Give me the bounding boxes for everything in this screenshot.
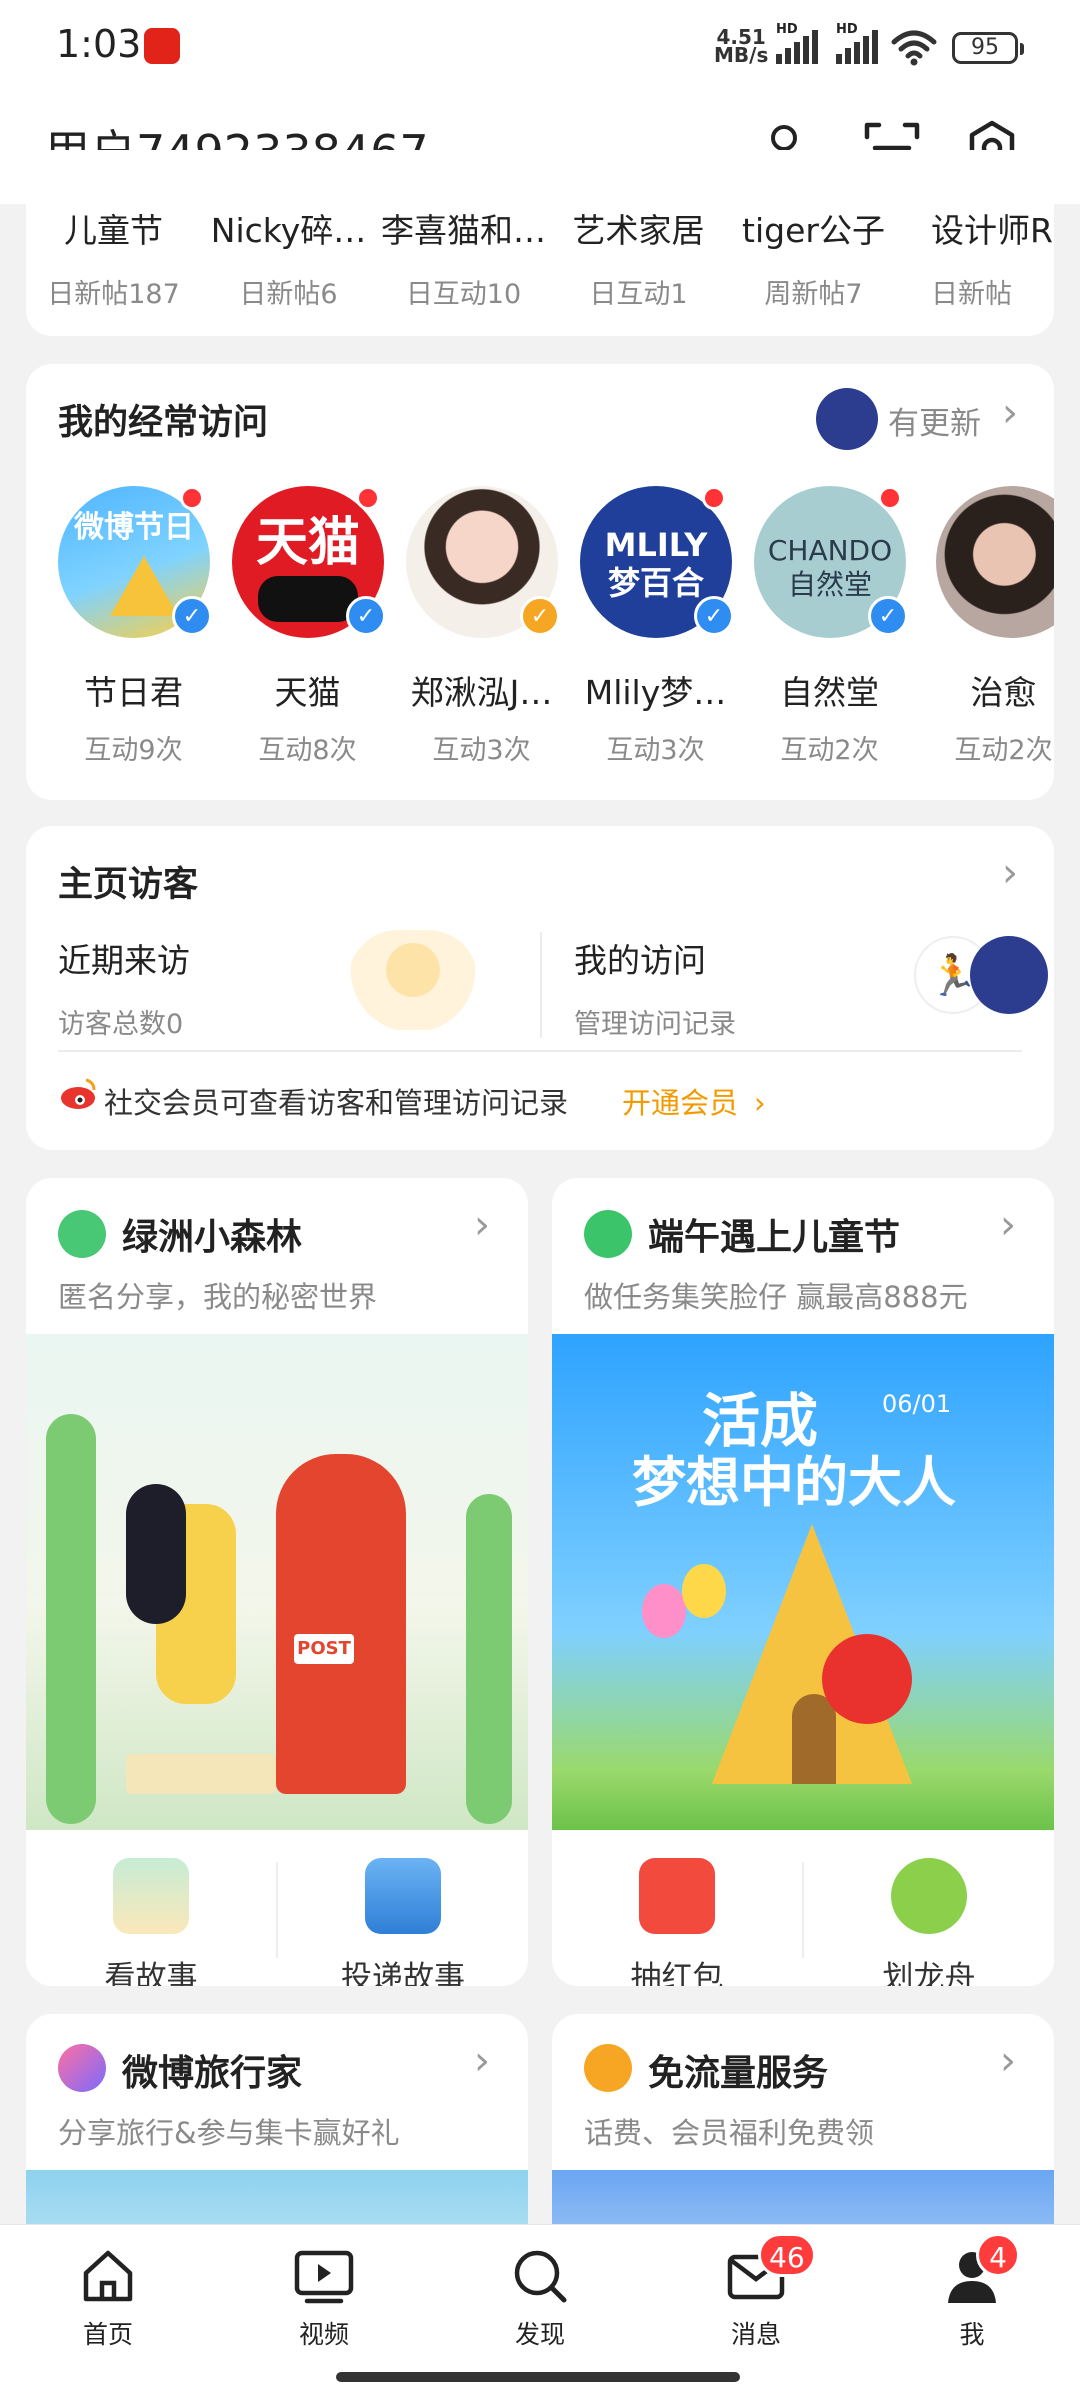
has-update-link[interactable]: 有更新 bbox=[888, 398, 981, 443]
open-membership-link[interactable]: 开通会员 › bbox=[622, 1080, 766, 1122]
weibo-notification-icon bbox=[144, 28, 180, 64]
recent-visitors-entry[interactable]: 近期来访 访客总数0 bbox=[58, 930, 538, 1054]
frequent-visits-title: 我的经常访问 bbox=[58, 403, 269, 443]
profile-visitors-card: 主页访客 › 近期来访 访客总数0 我的访问 管理访问记录 🏃 社交会员可查看访… bbox=[26, 826, 1054, 1150]
event-icon bbox=[584, 1210, 632, 1258]
nav-home[interactable]: 首页 bbox=[48, 2247, 168, 2351]
mailbox-icon bbox=[365, 1858, 441, 1934]
submit-story-button[interactable]: 投递故事 bbox=[278, 1858, 528, 1986]
battery-indicator: 95 bbox=[952, 32, 1024, 64]
membership-promo-text: 社交会员可查看访客和管理访问记录 bbox=[104, 1086, 569, 1120]
visitors-title: 主页访客 bbox=[58, 865, 199, 905]
row-dragon-boat-button[interactable]: 划龙舟 bbox=[804, 1858, 1054, 1986]
discover-icon bbox=[514, 2250, 567, 2303]
verified-badge-icon: ✓ bbox=[868, 596, 908, 636]
network-speed: 4.51 MB/s bbox=[714, 25, 769, 67]
draw-red-packet-button[interactable]: 抽红包 bbox=[552, 1858, 802, 1986]
topic-item[interactable]: tiger公子 周新帖7 bbox=[726, 204, 901, 311]
update-dot bbox=[702, 486, 726, 510]
home-indicator[interactable] bbox=[336, 2372, 740, 2382]
read-stories-icon bbox=[113, 1858, 189, 1934]
nav-discover[interactable]: 发现 bbox=[480, 2247, 600, 2351]
topic-item[interactable]: 设计师R 日新帖 bbox=[901, 204, 1054, 311]
red-packet-icon bbox=[639, 1858, 715, 1934]
read-stories-button[interactable]: 看故事 bbox=[26, 1858, 276, 1986]
chevron-right-icon: › bbox=[474, 1202, 490, 1248]
update-dot bbox=[878, 486, 902, 510]
followed-topics-card: 儿童节 日新帖187 Nicky碎… 日新帖6 李喜猫和… 日互动10 艺术家居… bbox=[26, 150, 1054, 336]
my-visits-entry[interactable]: 我的访问 管理访问记录 🏃 bbox=[574, 934, 1048, 1054]
updated-account-avatar bbox=[816, 388, 878, 450]
free-data-icon bbox=[584, 2044, 632, 2092]
status-bar: 1:03 4.51 MB/s HD HD 95 bbox=[0, 0, 1080, 96]
home-icon bbox=[83, 2250, 133, 2302]
video-icon bbox=[294, 2250, 354, 2304]
verified-badge-icon: ✓ bbox=[520, 596, 560, 636]
topic-item[interactable]: 李喜猫和… 日互动10 bbox=[376, 204, 551, 311]
chevron-right-icon[interactable]: › bbox=[1002, 850, 1018, 896]
avatar-zhiyu[interactable] bbox=[936, 486, 1054, 638]
topic-item[interactable]: Nicky碎… 日新帖6 bbox=[201, 204, 376, 311]
verified-badge-icon: ✓ bbox=[694, 596, 734, 636]
wifi-icon bbox=[891, 30, 937, 66]
verified-badge-icon: ✓ bbox=[346, 596, 386, 636]
chevron-right-icon: › bbox=[474, 2038, 490, 2084]
visitors-illustration bbox=[348, 930, 478, 1030]
oasis-icon bbox=[58, 1210, 106, 1258]
update-dot bbox=[180, 486, 204, 510]
visited-avatar bbox=[970, 936, 1048, 1014]
chevron-right-icon: › bbox=[1000, 1202, 1016, 1248]
verified-badge-icon: ✓ bbox=[172, 596, 212, 636]
chevron-right-icon: › bbox=[1002, 390, 1018, 436]
chevron-right-icon: › bbox=[1000, 2038, 1016, 2084]
travel-icon bbox=[58, 2044, 106, 2092]
nav-video[interactable]: 视频 bbox=[264, 2247, 384, 2351]
status-time: 1:03 bbox=[56, 22, 142, 66]
oasis-banner-image: POST bbox=[26, 1334, 528, 1830]
frequent-visits-card: 我的经常访问 有更新 › 微博节日 ✓ 天猫 ✓ ✓ MLILY梦百合 ✓ CH… bbox=[26, 364, 1054, 800]
dragon-boat-childrens-day-card[interactable]: 端午遇上儿童节 › 做任务集笑脸仔 赢最高888元 活成 06/01 梦想中的大… bbox=[552, 1178, 1054, 1986]
vip-icon bbox=[58, 1076, 98, 1116]
messages-count-badge: 46 bbox=[758, 2233, 816, 2277]
topic-item[interactable]: 儿童节 日新帖187 bbox=[26, 204, 201, 311]
zongzi-icon bbox=[891, 1858, 967, 1934]
update-dot bbox=[356, 486, 380, 510]
childrens-day-banner-image: 活成 06/01 梦想中的大人 bbox=[552, 1334, 1054, 1830]
me-count-badge: 4 bbox=[976, 2233, 1020, 2277]
topic-item[interactable]: 艺术家居 日互动1 bbox=[551, 204, 726, 311]
oasis-forest-card[interactable]: 绿洲小森林 › 匿名分享，我的秘密世界 POST 看故事 投递故事 bbox=[26, 1178, 528, 1986]
